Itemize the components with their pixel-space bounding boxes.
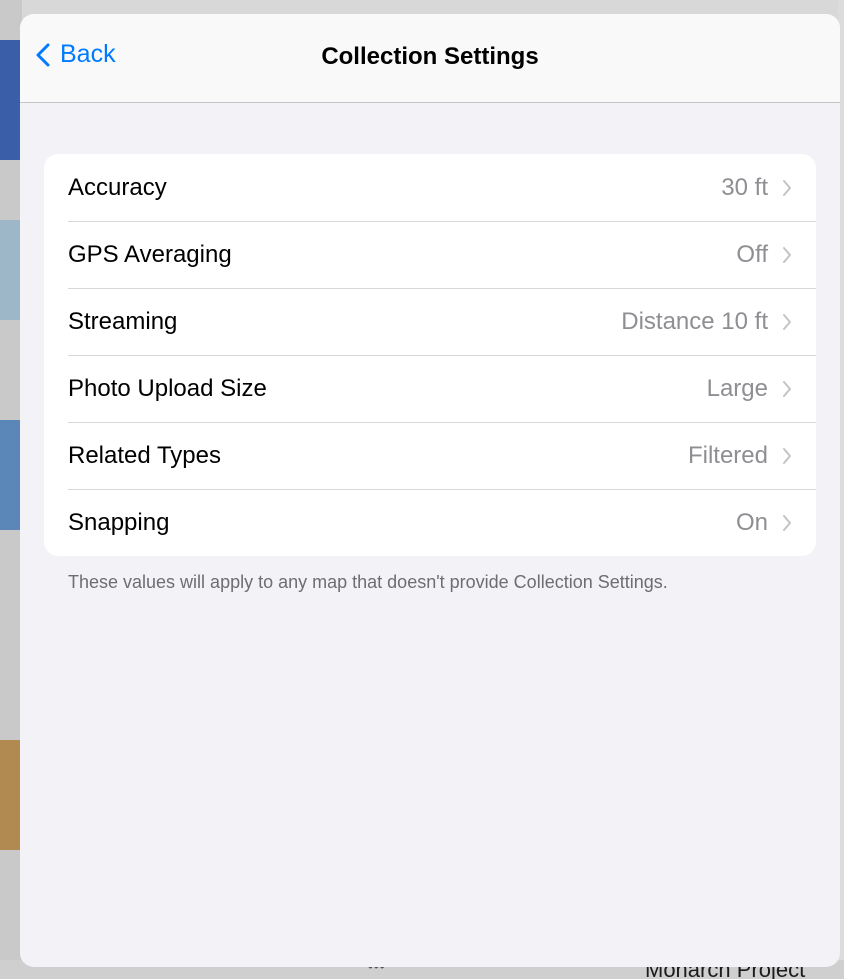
setting-label: GPS Averaging	[68, 240, 232, 268]
settings-list: Accuracy 30 ft GPS Averaging Off Streami…	[44, 154, 816, 556]
chevron-right-icon	[783, 179, 791, 196]
setting-row-photo-upload-size[interactable]: Photo Upload Size Large	[44, 355, 816, 422]
background-thumbnail	[0, 40, 22, 160]
setting-value: Large	[706, 374, 768, 402]
setting-row-streaming[interactable]: Streaming Distance 10 ft	[44, 288, 816, 355]
background-thumbnail	[0, 420, 22, 530]
setting-row-accuracy[interactable]: Accuracy 30 ft	[44, 154, 816, 221]
setting-row-related-types[interactable]: Related Types Filtered	[44, 422, 816, 489]
background-thumbnail	[0, 740, 22, 850]
setting-label: Snapping	[68, 508, 170, 536]
setting-value: On	[735, 508, 768, 536]
setting-label: Photo Upload Size	[68, 374, 267, 402]
setting-value: Off	[736, 240, 768, 268]
setting-value: 30 ft	[721, 173, 768, 201]
background-thumbnail-strip	[0, 0, 22, 979]
settings-footer-note: These values will apply to any map that …	[68, 572, 668, 592]
navigation-bar: Back Collection Settings	[20, 14, 840, 103]
setting-row-snapping[interactable]: Snapping On	[44, 489, 816, 556]
setting-value: Filtered	[687, 441, 768, 469]
chevron-right-icon	[783, 380, 791, 397]
setting-label: Accuracy	[68, 173, 167, 201]
chevron-right-icon	[783, 246, 791, 263]
background-thumbnail	[0, 220, 22, 320]
setting-label: Streaming	[68, 307, 178, 335]
setting-label: Related Types	[68, 441, 221, 469]
collection-settings-sheet: Back Collection Settings Accuracy 30 ft …	[20, 14, 840, 967]
chevron-right-icon	[783, 514, 791, 531]
chevron-right-icon	[783, 313, 791, 330]
chevron-right-icon	[783, 447, 791, 464]
setting-value: Distance 10 ft	[621, 307, 768, 335]
setting-row-gps-averaging[interactable]: GPS Averaging Off	[44, 221, 816, 288]
page-title: Collection Settings	[321, 43, 539, 70]
